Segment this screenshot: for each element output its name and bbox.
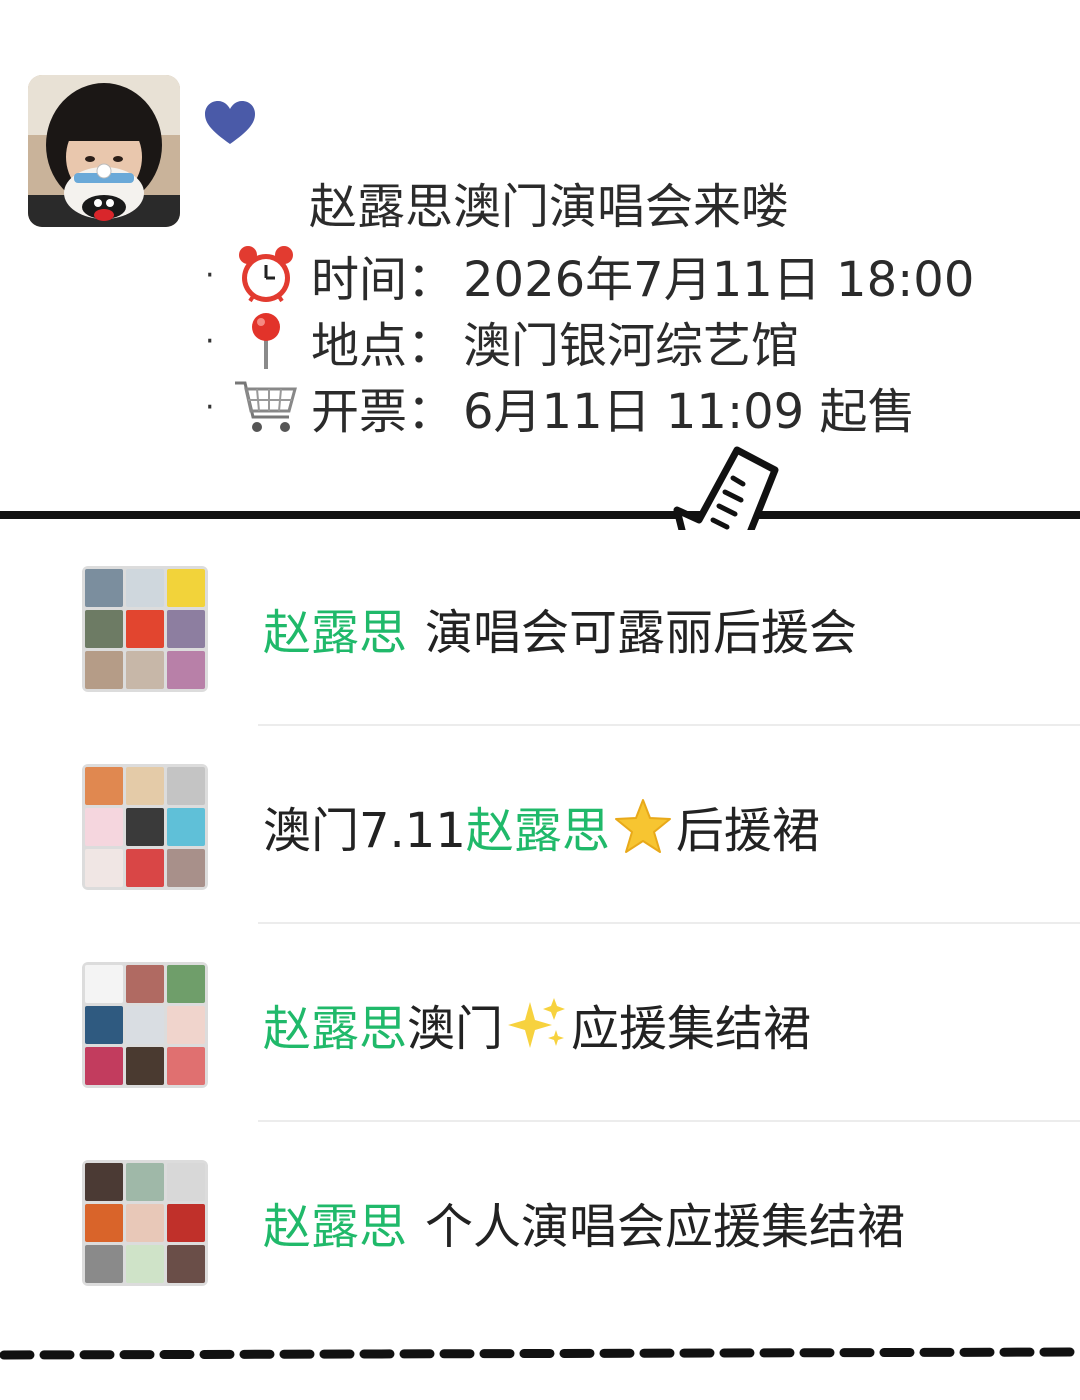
group-name-highlight: 赵露思: [263, 1199, 408, 1255]
list-item[interactable]: 赵露思 演唱会可露丽后援会: [0, 530, 1080, 726]
list-item[interactable]: 赵露思 个人演唱会应援集结裙: [0, 1124, 1080, 1320]
profile-avatar[interactable]: [28, 75, 180, 227]
group-name-rest: 演唱会可露丽后援会: [425, 605, 858, 661]
group-avatar: [82, 1160, 208, 1286]
event-location-row: · 地点 ： 澳门银河综艺馆: [205, 309, 800, 374]
group-name-mid: 澳门: [407, 1001, 504, 1057]
group-name-rest: 应援集结裙: [571, 1001, 812, 1057]
bullet: ·: [205, 389, 215, 425]
ticket-label: 开票: [311, 384, 408, 440]
list-item[interactable]: 赵露思 澳门 应援集结裙: [0, 926, 1080, 1122]
location-value: 澳门银河综艺馆: [463, 318, 800, 374]
group-name: 赵露思 澳门 应援集结裙: [263, 992, 812, 1057]
list-item[interactable]: 澳门7.11 赵露思 后援裙: [0, 728, 1080, 924]
group-avatar: [82, 962, 208, 1088]
event-time-row: · 时间 ： 2026年7月11日 18:00: [205, 243, 975, 308]
time-value: 2026年7月11日 18:00: [463, 252, 975, 308]
colon: ：: [407, 384, 456, 440]
sparkles-icon: [503, 994, 571, 1054]
group-name-rest: 个人演唱会应援集结裙: [425, 1199, 906, 1255]
group-avatar: [82, 566, 208, 692]
group-name: 赵露思 演唱会可露丽后援会: [263, 596, 858, 661]
dashed-divider: [0, 1340, 1080, 1370]
alarm-clock-icon: [229, 243, 303, 307]
group-name: 澳门7.11 赵露思 后援裙: [263, 794, 820, 859]
group-avatar: [82, 764, 208, 890]
bullet: ·: [205, 257, 215, 293]
group-name-highlight: 赵露思: [465, 803, 610, 859]
group-name-highlight: 赵露思: [263, 605, 408, 661]
row-divider: [258, 922, 1080, 924]
location-label: 地点: [311, 318, 408, 374]
group-name-highlight: 赵露思: [263, 1001, 408, 1057]
section-divider: [0, 511, 1080, 519]
shopping-cart-icon: [229, 375, 303, 439]
group-name: 赵露思 个人演唱会应援集结裙: [263, 1190, 906, 1255]
ticket-value: 6月11日 11:09 起售: [463, 384, 916, 440]
colon: ：: [407, 318, 456, 374]
heart-icon: [203, 98, 257, 148]
colon: ：: [407, 252, 456, 308]
group-name-prefix: 澳门7.11: [263, 803, 466, 859]
row-divider: [258, 1120, 1080, 1122]
event-title: 赵露思澳门演唱会来喽: [309, 179, 790, 235]
pin-icon: [229, 309, 303, 373]
star-icon: [610, 796, 676, 856]
row-divider: [258, 724, 1080, 726]
event-ticket-row: · 开票 ： 6月11日 11:09 起售: [205, 375, 916, 440]
time-label: 时间: [311, 252, 408, 308]
bullet: ·: [205, 323, 215, 359]
group-name-rest: 后援裙: [675, 803, 820, 859]
